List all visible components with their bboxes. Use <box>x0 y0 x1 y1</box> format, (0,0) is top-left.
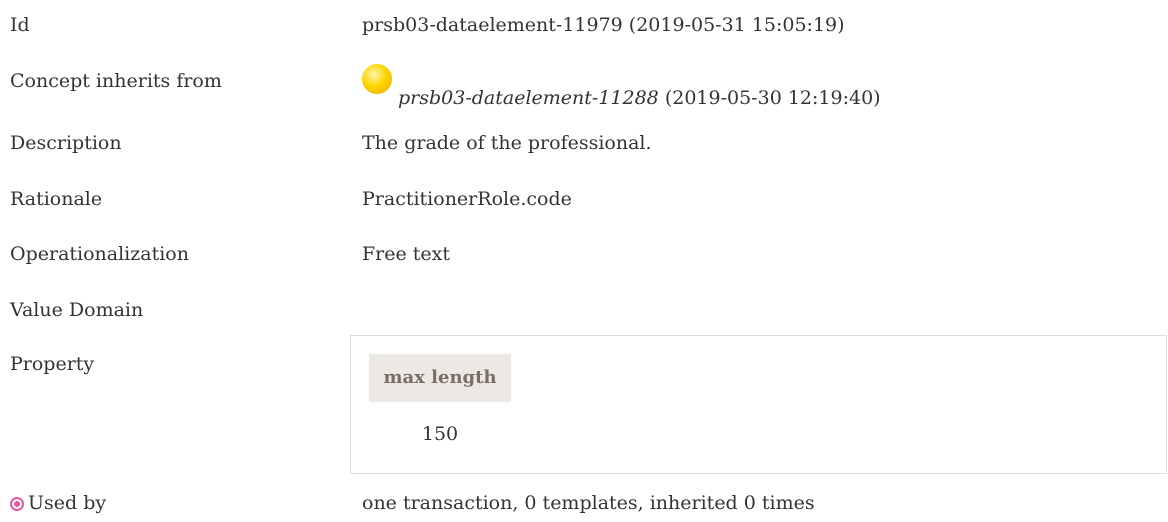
description-label: Description <box>10 132 122 154</box>
max-length-value: 150 <box>421 423 459 445</box>
operationalization-label: Operationalization <box>10 243 189 265</box>
used-by-label: Used by <box>28 492 107 514</box>
rationale-value: PractitionerRole.code <box>362 188 572 210</box>
inherits-label: Concept inherits from <box>10 70 222 92</box>
inherits-link[interactable]: prsb03-dataelement-11288 <box>398 87 659 109</box>
inherits-value: prsb03-dataelement-11288 (2019-05-30 12:… <box>362 64 881 110</box>
property-label: Property <box>10 353 95 375</box>
description-value: The grade of the professional. <box>362 132 652 154</box>
target-icon <box>10 497 24 511</box>
used-by-value[interactable]: one transaction, 0 templates, inherited … <box>362 491 815 515</box>
max-length-header: max length <box>369 354 511 402</box>
property-table: max length 150 <box>350 335 1167 474</box>
id-label: Id <box>10 14 30 36</box>
id-value: prsb03-dataelement-11979 (2019-05-31 15:… <box>362 14 845 36</box>
concept-detail-panel: Id prsb03-dataelement-11979 (2019-05-31 … <box>0 0 1168 522</box>
operationalization-value: Free text <box>362 243 451 265</box>
inherits-date: (2019-05-30 12:19:40) <box>658 87 881 109</box>
rationale-label: Rationale <box>10 188 103 210</box>
yellow-dot-icon <box>362 64 392 94</box>
value-domain-label: Value Domain <box>10 299 144 321</box>
used-by-label-wrap: Used by <box>10 491 106 515</box>
